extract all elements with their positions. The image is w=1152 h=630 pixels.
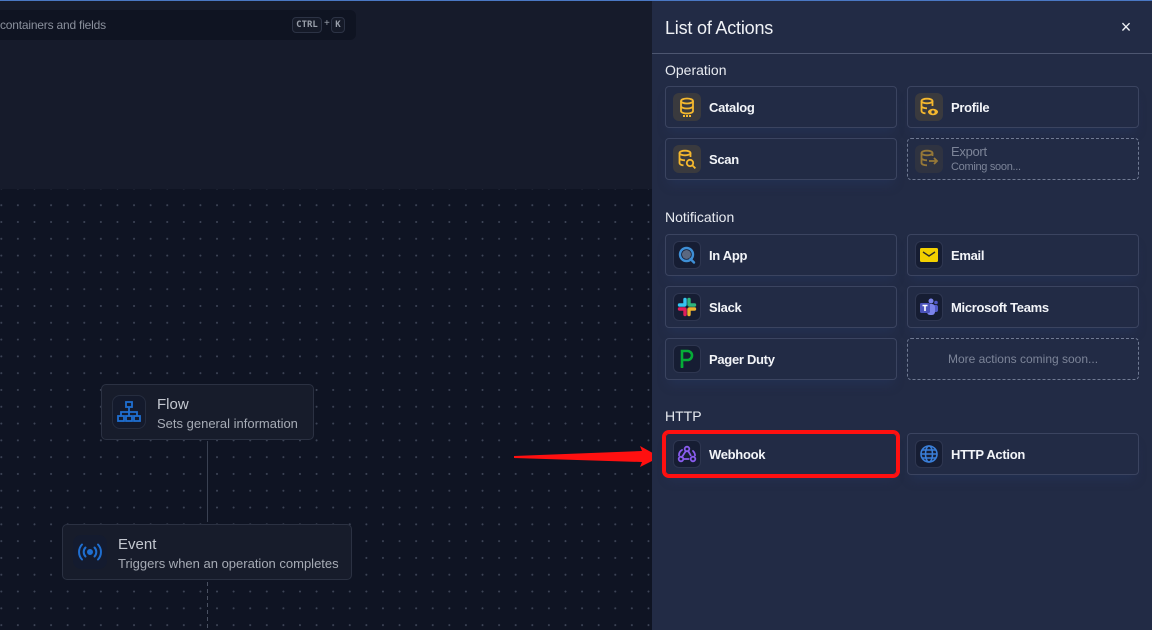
actions-panel: List of Actions × Operation Catalog Prof… [652, 1, 1152, 630]
flow-node-title: Flow [157, 396, 189, 413]
globe-icon [915, 440, 943, 468]
action-scan[interactable]: Scan [665, 138, 897, 180]
action-label: In App [709, 248, 748, 263]
action-profile[interactable]: Profile [907, 86, 1139, 128]
action-label: Email [951, 248, 985, 263]
search-input[interactable]: containers and fields CTRL + K [0, 10, 356, 40]
section-label-http: HTTP [665, 408, 702, 424]
database-eye-icon [915, 93, 943, 121]
shortcut-key-k: K [331, 17, 345, 33]
action-pager-duty[interactable]: Pager Duty [665, 338, 897, 380]
flow-connector-dashed [207, 582, 208, 630]
email-icon [915, 241, 943, 269]
action-webhook[interactable]: Webhook [662, 430, 900, 478]
shortcut-plus: + [324, 18, 330, 29]
shortcut-key-ctrl: CTRL [292, 17, 322, 33]
slack-icon [673, 293, 701, 321]
event-node-title: Event [118, 536, 157, 553]
action-label: Profile [951, 100, 990, 115]
sitemap-icon [112, 395, 146, 429]
more-actions-label: More actions coming soon... [947, 352, 1099, 366]
action-label: Slack [709, 300, 742, 315]
action-microsoft-teams[interactable]: Microsoft Teams [907, 286, 1139, 328]
action-label: Pager Duty [709, 352, 775, 367]
pagerduty-icon [673, 345, 701, 373]
database-icon [673, 93, 701, 121]
search-placeholder: containers and fields [0, 18, 106, 32]
database-search-icon [673, 145, 701, 173]
annotation-arrow [514, 446, 660, 467]
section-label-notification: Notification [665, 209, 735, 225]
action-in-app[interactable]: In App [665, 234, 897, 276]
action-label: Export [951, 144, 987, 159]
broadcast-icon [73, 535, 107, 569]
event-node-subtitle: Triggers when an operation completes [118, 556, 339, 571]
action-label: Scan [709, 152, 739, 167]
action-label: Webhook [709, 447, 766, 462]
panel-title: List of Actions [665, 18, 774, 38]
action-label: Catalog [709, 100, 755, 115]
flow-connector-line [207, 441, 208, 522]
action-export-disabled: Export Coming soon... [907, 138, 1139, 180]
webhook-icon [673, 440, 701, 468]
action-label: HTTP Action [951, 447, 1025, 462]
top-accent-line [0, 0, 1152, 1]
action-email[interactable]: Email [907, 234, 1139, 276]
microsoft-teams-icon [915, 293, 943, 321]
action-slack[interactable]: Slack [665, 286, 897, 328]
flow-node[interactable]: Flow Sets general information [101, 384, 314, 440]
coming-soon-label: Coming soon... [951, 161, 1021, 173]
action-http-action[interactable]: HTTP Action [907, 433, 1139, 475]
canvas-header: containers and fields CTRL + K [0, 1, 652, 189]
action-catalog[interactable]: Catalog [665, 86, 897, 128]
action-label: Microsoft Teams [951, 300, 1049, 315]
database-export-icon [915, 145, 943, 173]
section-label-operation: Operation [665, 62, 727, 78]
event-node[interactable]: Event Triggers when an operation complet… [62, 524, 352, 580]
close-button[interactable]: × [1116, 17, 1136, 37]
flow-node-subtitle: Sets general information [157, 416, 298, 431]
more-actions-placeholder: More actions coming soon... [907, 338, 1139, 380]
in-app-icon [673, 241, 701, 269]
panel-divider [652, 53, 1152, 54]
app-root: containers and fields CTRL + K Flow Sets… [0, 0, 1152, 630]
close-icon: × [1120, 17, 1132, 37]
